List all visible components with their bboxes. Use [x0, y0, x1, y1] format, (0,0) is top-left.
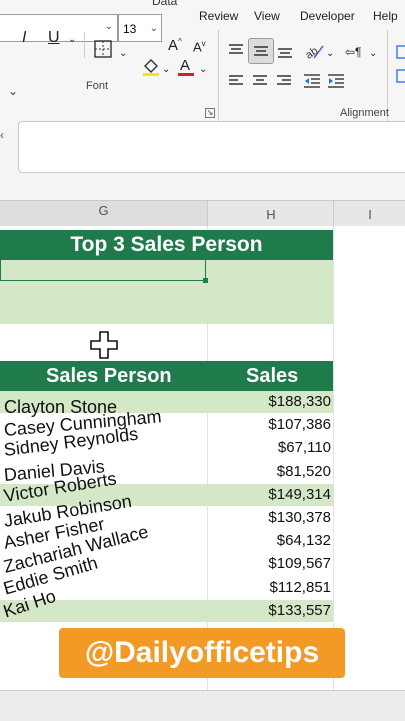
formula-bar-input[interactable] [18, 121, 405, 173]
sales-cell[interactable]: $130,378 [205, 509, 331, 526]
align-center-icon[interactable] [252, 73, 268, 89]
decrease-indent-icon[interactable] [303, 73, 321, 89]
cell-select-cursor-icon [90, 331, 118, 359]
chevron-down-icon[interactable]: ⌄ [162, 60, 170, 80]
font-size-dropdown[interactable]: 13 ⌄ [118, 14, 162, 42]
text-direction-icon[interactable]: ⇦¶ [345, 42, 362, 62]
name-box-edge: ‹ [0, 128, 4, 142]
sheet-tabs-bar [0, 690, 405, 721]
tab-review[interactable]: Review [199, 9, 238, 23]
column-header-h[interactable]: H [207, 201, 334, 227]
increase-indent-icon[interactable] [327, 73, 345, 89]
sales-cell[interactable]: $149,314 [205, 486, 331, 503]
header-sales-person: Sales Person [46, 365, 172, 387]
font-dialog-launcher-icon[interactable]: ↘ [205, 108, 215, 118]
sales-cell[interactable]: $67,110 [205, 439, 331, 456]
align-right-icon[interactable] [276, 73, 292, 89]
font-color-icon[interactable]: A [177, 55, 195, 77]
orientation-icon[interactable]: ab [304, 42, 324, 60]
italic-button[interactable]: I [22, 28, 26, 48]
chevron-down-icon: ⌄ [149, 23, 158, 34]
fill-handle[interactable] [203, 278, 208, 283]
tab-help[interactable]: Help [373, 9, 398, 23]
sales-cell[interactable]: $81,520 [205, 463, 331, 480]
alignment-group-label: Alignment [340, 107, 389, 119]
font-size-value: 13 [123, 22, 137, 36]
watermark: @Dailyofficetips [59, 628, 345, 678]
svg-text:A: A [180, 57, 190, 74]
top3-title: Top 3 Sales Person [0, 230, 333, 260]
tab-developer[interactable]: Developer [300, 9, 355, 23]
chevron-down-icon[interactable]: ⌄ [199, 60, 207, 80]
chevron-down-icon[interactable]: ⌄ [326, 44, 334, 64]
selected-cell[interactable] [0, 259, 206, 281]
sales-cell[interactable]: $64,132 [205, 532, 331, 549]
fill-color-icon[interactable] [141, 56, 161, 76]
bottom-align-icon[interactable] [277, 44, 293, 60]
sales-cell[interactable]: $107,386 [205, 416, 331, 433]
ribbon: Data Review View Developer Help ⌄ 13 ⌄ A… [0, 0, 405, 131]
chevron-down-icon: ⌄ [104, 21, 113, 32]
align-left-icon[interactable] [228, 73, 244, 89]
middle-align-button[interactable] [248, 38, 274, 64]
font-group-label: Font [86, 80, 109, 92]
chevron-down-icon[interactable]: ⌄ [119, 44, 127, 64]
chevron-down-icon[interactable]: ⌄ [68, 30, 76, 50]
divider [218, 30, 219, 122]
middle-align-icon [254, 46, 268, 56]
wrap-merge-partial-icon[interactable] [396, 42, 405, 86]
header-sales: Sales [246, 365, 299, 387]
sales-cell[interactable]: $188,330 [205, 393, 331, 410]
divider [84, 32, 85, 58]
shrink-font-button[interactable]: Av [193, 34, 206, 57]
chevron-down-icon[interactable]: ⌄ [369, 44, 377, 64]
column-header-row: G H I [0, 200, 405, 229]
sales-cell[interactable]: $133,557 [205, 602, 331, 619]
sales-cell[interactable]: $109,567 [205, 555, 331, 572]
sales-cell[interactable]: $112,851 [205, 579, 331, 596]
chevron-down-icon[interactable]: ⌄ [8, 84, 18, 98]
top-align-icon[interactable] [228, 42, 244, 58]
column-header-i[interactable]: I [333, 201, 405, 227]
borders-icon[interactable] [94, 40, 112, 58]
tab-view[interactable]: View [254, 9, 280, 23]
tab-data[interactable]: Data [152, 0, 177, 8]
grow-font-button[interactable]: A^ [168, 32, 182, 56]
underline-button[interactable]: U [48, 28, 60, 48]
column-header-g[interactable]: G [0, 201, 207, 229]
